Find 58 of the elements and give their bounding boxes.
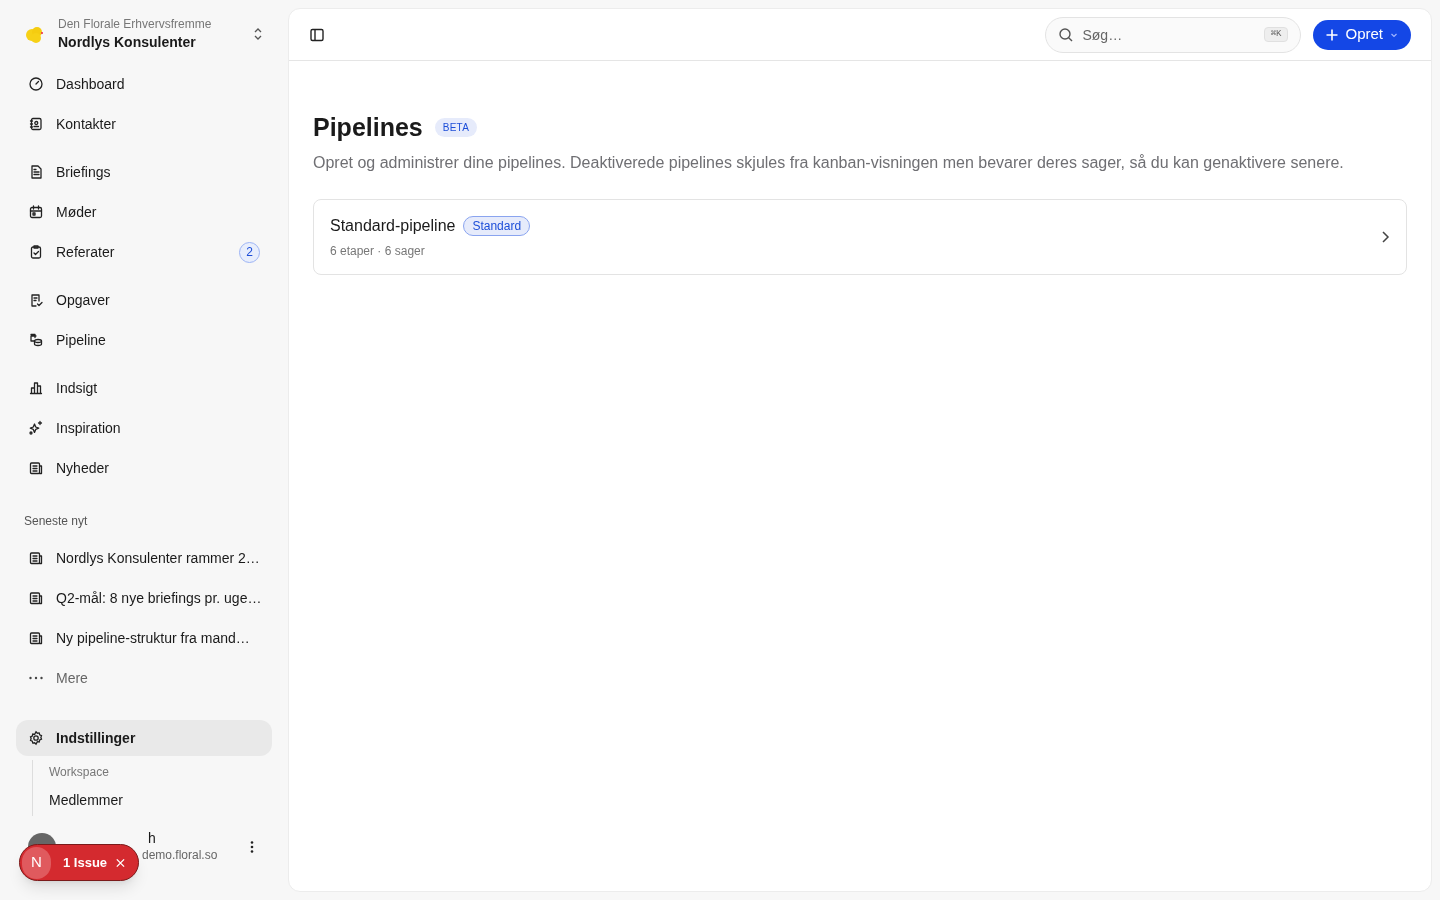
nav-item[interactable]: Opgaver: [16, 280, 272, 320]
nav-item[interactable]: Inspiration: [16, 408, 272, 448]
pipeline-card[interactable]: Standard-pipeline Standard 6 etaper · 6 sager: [313, 198, 1407, 275]
newspaper-icon: [28, 630, 44, 646]
nav-item[interactable]: Nyheder: [16, 448, 272, 488]
plus-icon: [1325, 27, 1340, 42]
checklist-icon: [28, 292, 44, 308]
section-label: Workspace: [49, 764, 110, 781]
chevron-up-down-icon[interactable]: [252, 27, 264, 41]
gauge-icon: [28, 76, 44, 92]
nav-item[interactable]: Møder: [16, 192, 272, 232]
pipeline-meta: 6 etaper · 6 sager: [330, 242, 426, 260]
settings-item[interactable]: Indstillinger: [16, 720, 272, 756]
count-badge: 2: [239, 241, 260, 263]
beta-badge: BETA: [434, 118, 478, 138]
sidebar-toggle-icon[interactable]: [309, 26, 325, 43]
pipeline-name: Standard-pipeline: [330, 215, 456, 236]
news-item[interactable]: Q2-mål: 8 nye briefings pr. uge…: [16, 578, 272, 618]
nav-item[interactable]: Dashboard: [16, 64, 272, 104]
user-email: demo.floral.so: [142, 847, 218, 864]
database-icon: [28, 332, 44, 348]
default-tag: Standard: [463, 215, 531, 236]
page-description: Opret og administrer dine pipelines. Deaktiverede pipelines skjules fra kanban-visningen men bevarer deres sager, så du kan genaktivere senere.: [313, 152, 1345, 173]
shortcut-key: ⌘K: [1263, 26, 1289, 43]
news-item[interactable]: Ny pipeline-struktur fra mand…: [16, 618, 272, 658]
nav-item[interactable]: Briefings: [16, 152, 272, 192]
more-icon: [28, 676, 44, 680]
search-bar[interactable]: Søg… ⌘K: [1045, 16, 1302, 53]
more-link[interactable]: Mere: [16, 658, 272, 698]
news-item[interactable]: Nordlys Konsulenter rammer 2…: [16, 538, 272, 578]
chevron-right-icon: [1380, 229, 1390, 244]
sparkle-icon: [28, 420, 44, 436]
calendar-icon: [28, 204, 44, 220]
search-field[interactable]: Søg…: [1082, 24, 1256, 45]
section-heading: Seneste nyt: [23, 513, 89, 530]
document-icon: [28, 164, 44, 180]
organization-name: Den Florale Erhvervsfremme: [58, 16, 213, 32]
issue-count: 1 Issue: [63, 853, 108, 872]
issue-badge[interactable]: N 1 Issue: [19, 844, 139, 881]
newspaper-icon: [28, 590, 44, 606]
contact-book-icon: [28, 116, 44, 132]
issue-letter: N: [22, 846, 51, 879]
nav-item[interactable]: Indsigt: [16, 368, 272, 408]
page-title: Pipelines: [313, 112, 423, 143]
create-button[interactable]: Opret: [1313, 19, 1411, 50]
close-icon[interactable]: [115, 856, 126, 869]
settings-icon: [28, 730, 44, 746]
newspaper-icon: [28, 460, 44, 476]
bar-chart-icon: [28, 380, 44, 396]
nav-item[interactable]: Pipeline: [16, 320, 272, 360]
newspaper-icon: [28, 550, 44, 566]
user-name: h: [148, 830, 156, 846]
search-icon: [1058, 26, 1075, 43]
clipboard-check-icon: [28, 244, 44, 260]
workspace-name: Nordlys Konsulenter: [58, 33, 197, 52]
nav-item[interactable]: Referater 2: [16, 232, 272, 272]
nav-item[interactable]: Kontakter: [16, 104, 272, 144]
settings-subitem[interactable]: Medlemmer: [49, 784, 272, 816]
